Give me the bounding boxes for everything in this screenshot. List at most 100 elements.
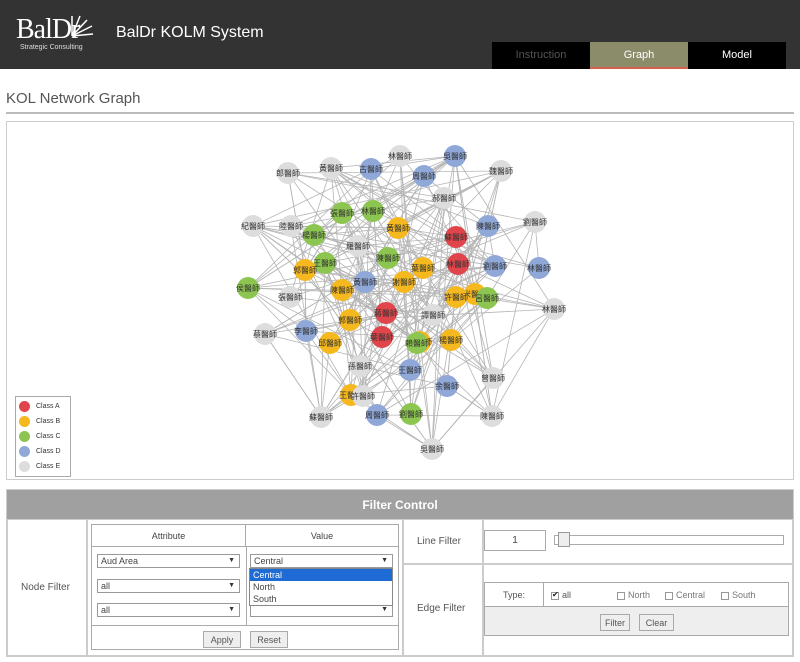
legend-label: Class E bbox=[36, 463, 61, 470]
legend-swatch-class-c bbox=[19, 431, 30, 442]
graph-node-label: 郝醫師 bbox=[432, 193, 456, 203]
legend-item: Class A bbox=[19, 399, 67, 414]
column-divider bbox=[246, 547, 247, 625]
type-label: Type: bbox=[503, 590, 526, 600]
value-dropdown-list[interactable]: Central North South bbox=[249, 568, 393, 606]
value-header: Value bbox=[246, 525, 398, 547]
graph-node[interactable]: 林醫師 bbox=[542, 298, 566, 320]
page-title: KOL Network Graph bbox=[6, 90, 141, 107]
tab-graph[interactable]: Graph bbox=[590, 42, 688, 69]
chevron-down-icon: ▼ bbox=[228, 606, 235, 613]
graph-node-label: 蘇醫師 bbox=[444, 232, 468, 242]
filter-control-panel: Filter Control Node Filter Attribute Val… bbox=[6, 489, 794, 657]
network-graph-panel[interactable]: 郎醫師 黃醫師 古醫師 林醫師 吳醫師 周醫師 魏醫師 陸醫師 紀醫師 楊醫師 林醫師 張醫師 黃醫師郝… bbox=[6, 121, 794, 480]
checkbox-icon[interactable] bbox=[721, 591, 729, 600]
graph-node-label: 張醫師 bbox=[330, 208, 354, 218]
baldr-logo[interactable]: BalDr Strategic Consulting bbox=[16, 12, 94, 56]
logo-sub-text: Strategic Consulting bbox=[20, 44, 83, 51]
dropdown-option-central[interactable]: Central bbox=[250, 569, 392, 581]
graph-node-label: 羅醫師 bbox=[346, 241, 370, 251]
checkbox-checked-icon[interactable] bbox=[551, 590, 559, 600]
header-bar: BalDr Strategic Consulting BalDr KOLM Sy… bbox=[0, 0, 800, 69]
legend-label: Class D bbox=[36, 448, 61, 455]
type-south-label: South bbox=[732, 590, 756, 600]
graph-node-label: 蔣醫師 bbox=[374, 308, 398, 318]
dropdown-option-south[interactable]: South bbox=[250, 593, 392, 605]
graph-node-label: 魏醫師 bbox=[489, 166, 513, 176]
dropdown-option-north[interactable]: North bbox=[250, 581, 392, 593]
graph-node-label: 楊醫師 bbox=[439, 335, 463, 345]
type-checkbox-central[interactable]: Central bbox=[665, 590, 705, 600]
reset-button[interactable]: Reset bbox=[250, 631, 288, 648]
main-nav: Instruction Graph Model bbox=[492, 42, 786, 69]
app-title: BalDr KOLM System bbox=[116, 24, 264, 41]
clear-button[interactable]: Clear bbox=[639, 614, 674, 631]
graph-node-label: 周醫師 bbox=[365, 410, 389, 420]
attribute-select-1[interactable]: Aud Area ▼ bbox=[97, 554, 240, 568]
checkbox-icon[interactable] bbox=[665, 591, 673, 600]
graph-node-label: 曾醫師 bbox=[481, 373, 505, 383]
graph-node[interactable]: 魏醫師 bbox=[489, 160, 513, 182]
legend-label: Class C bbox=[36, 433, 61, 440]
graph-node-label: 周醫師 bbox=[412, 171, 436, 181]
legend-item: Class B bbox=[19, 414, 67, 429]
graph-node[interactable]: 劉醫師 bbox=[399, 403, 423, 425]
graph-node[interactable]: 劉醫師 bbox=[523, 211, 547, 233]
graph-node[interactable]: 黃醫師 bbox=[319, 157, 343, 179]
graph-node-label: 黃醫師 bbox=[353, 277, 377, 287]
graph-node-label: 謝醫師 bbox=[392, 277, 416, 287]
filter-control-title: Filter Control bbox=[7, 490, 793, 519]
graph-node-label: 陳醫師 bbox=[476, 221, 500, 231]
type-central-label: Central bbox=[676, 590, 706, 600]
graph-node-label: 吳醫師 bbox=[443, 151, 467, 161]
class-legend: Class A Class B Class C Class D Class E bbox=[15, 396, 71, 477]
tab-instruction[interactable]: Instruction bbox=[492, 42, 590, 69]
type-divider bbox=[543, 583, 544, 606]
network-graph-canvas[interactable]: 郎醫師黃醫師 古醫師林醫師 吳醫師周醫師魏醫師陸醫師紀醫師楊醫師林醫師張醫師黃醫師郝… bbox=[7, 122, 793, 479]
graph-node-label: 陳醫師 bbox=[480, 411, 504, 421]
graph-node-label: 吳醫師 bbox=[420, 444, 444, 454]
legend-swatch-class-a bbox=[19, 401, 30, 412]
attribute-select-3[interactable]: all ▼ bbox=[97, 603, 240, 617]
graph-node-label: 蔡醫師 bbox=[253, 329, 277, 339]
line-filter-slider-track[interactable] bbox=[554, 535, 784, 545]
tab-model[interactable]: Model bbox=[688, 42, 786, 69]
graph-node-label: 賴醫師 bbox=[405, 338, 429, 348]
line-filter-slider-handle[interactable] bbox=[558, 532, 570, 547]
graph-node[interactable]: 蔡醫師 bbox=[253, 323, 277, 345]
node-filter-label: Node Filter bbox=[21, 582, 70, 593]
graph-node-label: 許醫師 bbox=[444, 292, 468, 302]
graph-node[interactable]: 邱醫師 bbox=[318, 332, 342, 354]
graph-node-label: 余醫師 bbox=[435, 381, 459, 391]
graph-node-label: 蘇醫師 bbox=[309, 412, 333, 422]
legend-item: Class D bbox=[19, 444, 67, 459]
type-checkbox-south[interactable]: South bbox=[721, 590, 756, 600]
graph-node[interactable]: 吳醫師 bbox=[420, 438, 444, 460]
graph-node[interactable]: 郎醫師 bbox=[276, 162, 300, 184]
graph-node[interactable]: 王醫師 bbox=[398, 359, 422, 381]
graph-edge bbox=[264, 333, 322, 418]
graph-node-label: 李醫師 bbox=[294, 326, 318, 336]
graph-node-label: 黃醫師 bbox=[386, 223, 410, 233]
attribute-select-1-value: Aud Area bbox=[101, 556, 139, 566]
row-divider bbox=[92, 625, 398, 626]
attribute-select-2[interactable]: all ▼ bbox=[97, 579, 240, 593]
line-filter-label-cell: Line Filter bbox=[403, 519, 483, 564]
checkbox-icon[interactable] bbox=[617, 591, 625, 600]
logo-main-text: BalDr bbox=[16, 14, 80, 45]
graph-node-label: 葉醫師 bbox=[370, 332, 394, 342]
graph-node[interactable]: 周醫師 bbox=[365, 404, 389, 426]
type-checkbox-all[interactable]: all bbox=[551, 590, 571, 600]
value-select-1[interactable]: Central ▼ bbox=[250, 554, 393, 568]
filter-button[interactable]: Filter bbox=[600, 614, 630, 631]
attribute-select-3-value: all bbox=[101, 605, 111, 615]
type-north-label: North bbox=[628, 590, 651, 600]
attribute-select-2-value: all bbox=[101, 581, 111, 591]
apply-button[interactable]: Apply bbox=[203, 631, 241, 648]
graph-node[interactable]: 蘇醫師 bbox=[309, 406, 333, 428]
type-checkbox-north[interactable]: North bbox=[617, 590, 650, 600]
graph-node[interactable]: 李醫師 bbox=[294, 320, 318, 342]
line-filter-input[interactable]: 1 bbox=[484, 530, 546, 551]
graph-node[interactable]: 林醫師 bbox=[527, 257, 551, 279]
graph-node-label: 陸醫師 bbox=[279, 221, 303, 231]
